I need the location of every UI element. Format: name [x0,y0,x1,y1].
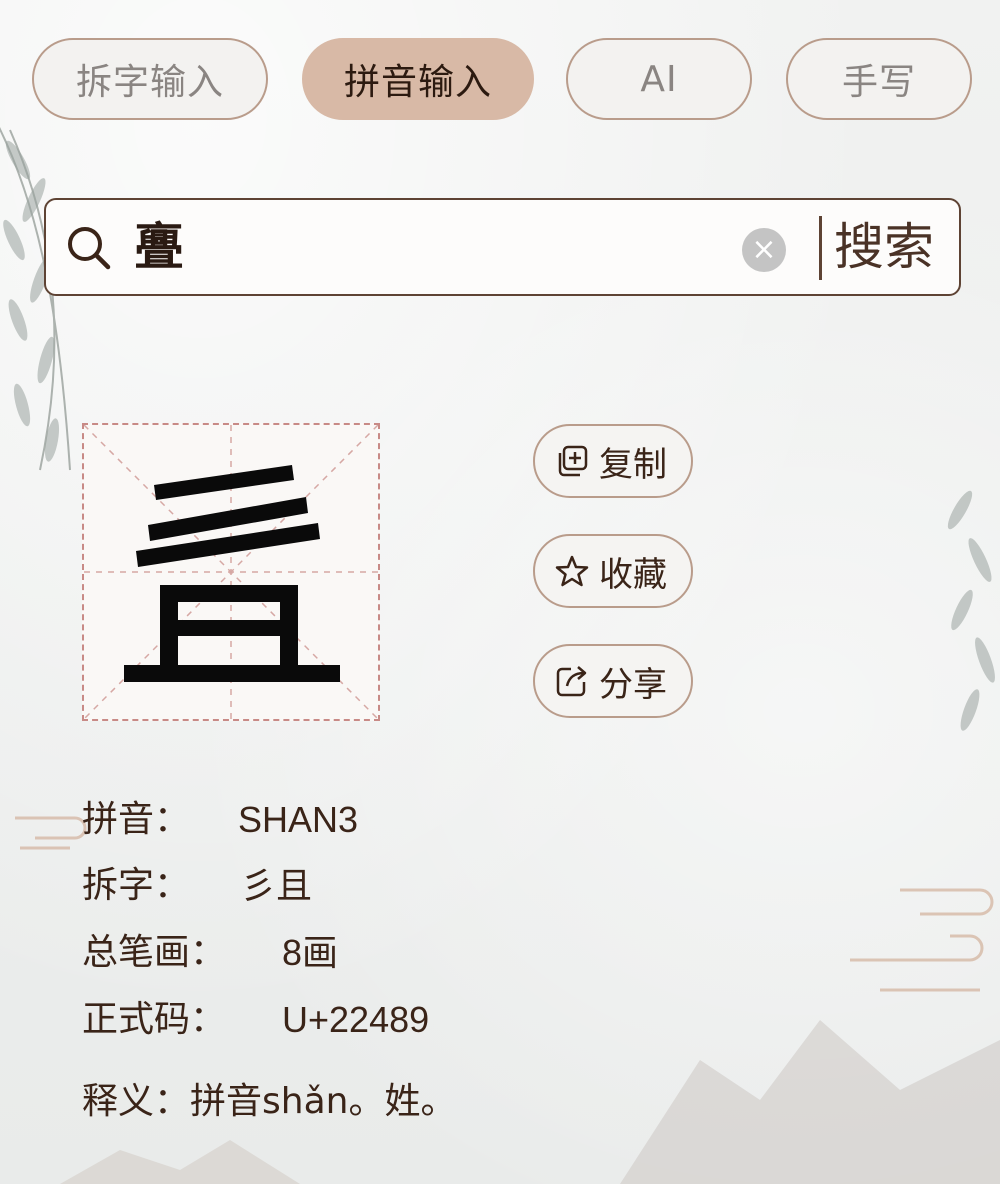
tab-pinyin-input[interactable]: 拼音输入 [302,38,534,120]
strokes-value: 8画 [282,932,339,973]
copy-icon [558,445,588,477]
search-button[interactable]: 搜索 [834,212,934,282]
code-label: 正式码： [82,999,227,1040]
search-input[interactable]: 亹 [134,214,184,280]
character-glyph [84,425,378,719]
strokes-row: 总笔画： 8画 [82,929,338,977]
pinyin-value: SHAN3 [238,799,359,840]
meaning-value: 拼音shǎn。姓。 [190,1081,457,1122]
search-bar: 亹 × 搜索 [44,198,961,296]
character-display [82,423,380,721]
clear-icon[interactable]: × [742,228,786,272]
code-value: U+22489 [282,999,430,1040]
copy-label: 复制 [599,444,667,485]
share-icon [556,666,587,697]
tab-chaizi-input[interactable]: 拆字输入 [32,38,268,120]
chaizi-value: 彡且 [240,865,313,906]
share-label: 分享 [599,664,667,705]
share-button[interactable]: 分享 [533,644,693,718]
meaning-label: 释义： [82,1081,191,1122]
search-icon [68,227,111,270]
strokes-label: 总笔画： [82,932,227,973]
chaizi-row: 拆字： 彡且 [82,862,312,910]
pinyin-label: 拼音： [82,799,191,840]
tab-handwriting[interactable]: 手写 [786,38,972,120]
favorite-button[interactable]: 收藏 [533,534,693,608]
pinyin-row: 拼音： SHAN3 [82,796,358,844]
favorite-label: 收藏 [599,554,667,595]
tab-ai[interactable]: AI [566,38,752,120]
copy-button[interactable]: 复制 [533,424,693,498]
chaizi-label: 拆字： [82,865,191,906]
star-icon [555,555,589,587]
code-row: 正式码： U+22489 [82,996,429,1044]
search-divider [819,216,822,280]
meaning-row: 释义：拼音shǎn。姓。 [82,1078,456,1126]
